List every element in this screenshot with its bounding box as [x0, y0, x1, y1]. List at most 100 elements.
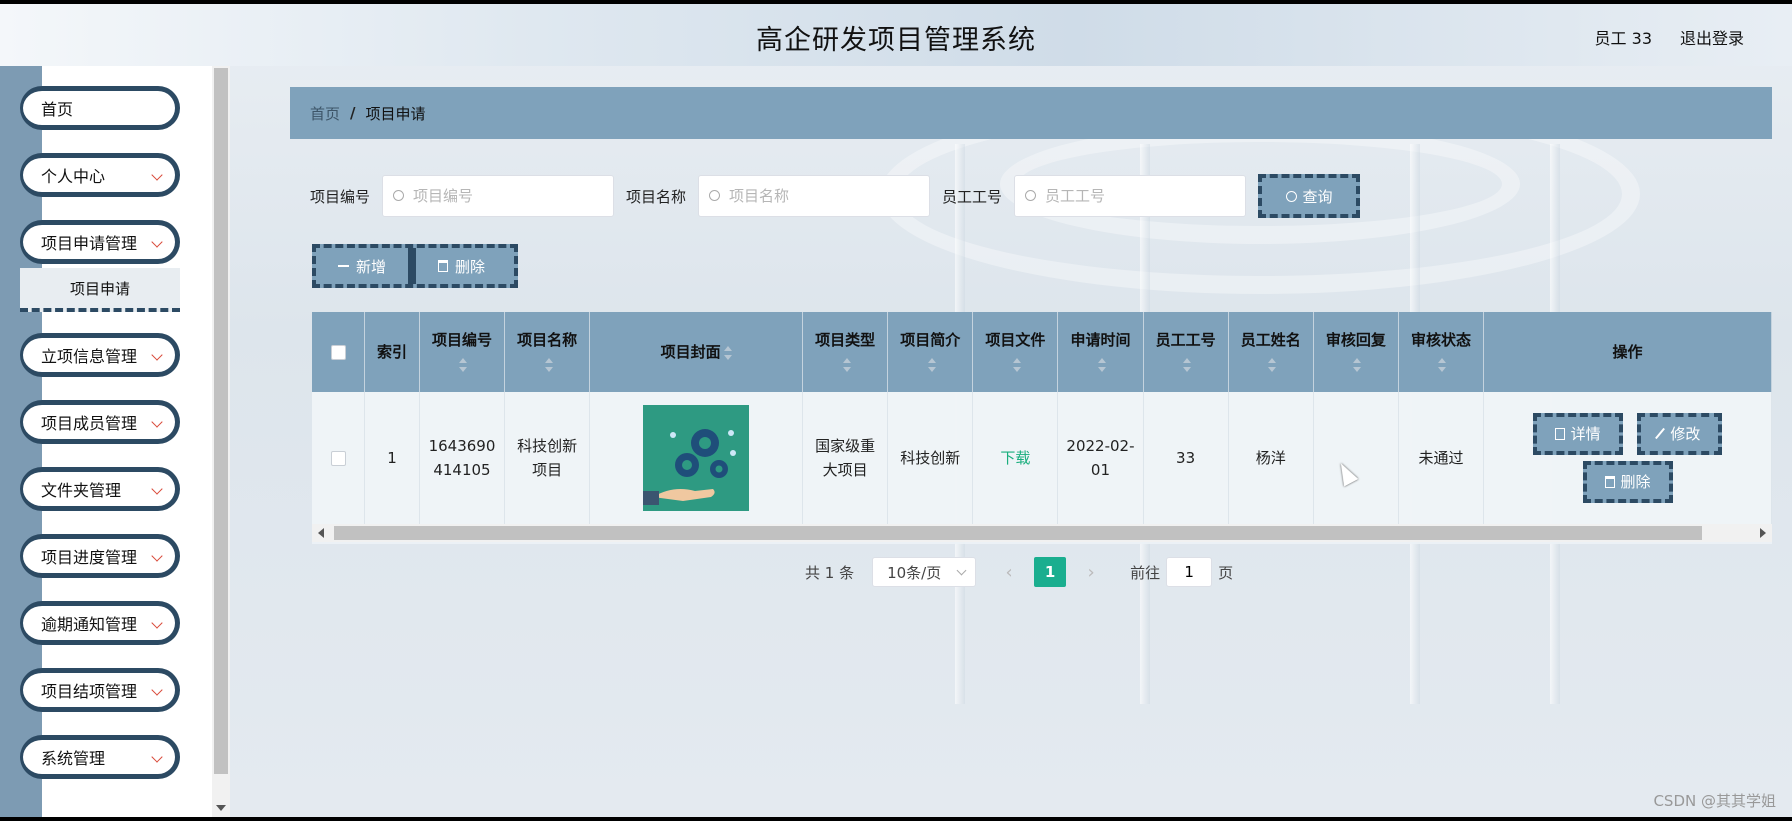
cell-staff-no: 33 — [1143, 392, 1229, 524]
column-header[interactable]: 项目文件 — [972, 312, 1059, 392]
column-header[interactable]: 员工姓名 — [1228, 312, 1314, 392]
sort-icon[interactable] — [1012, 357, 1021, 372]
sidebar-item-home[interactable]: 首页 — [20, 86, 180, 130]
page-size-value: 10条/页 — [887, 563, 942, 582]
logout-link[interactable]: 退出登录 — [1680, 25, 1744, 49]
project-cover-image[interactable] — [643, 405, 750, 511]
prev-page-button[interactable]: ‹ — [994, 562, 1024, 583]
page-suffix: 页 — [1218, 563, 1234, 582]
chevron-down-icon — [151, 483, 163, 495]
sort-icon[interactable] — [1438, 357, 1447, 372]
add-button-label: 新增 — [356, 257, 387, 276]
scrollbar-thumb[interactable] — [334, 526, 1702, 540]
sidebar-item-label: 项目成员管理 — [41, 414, 138, 433]
sort-icon[interactable] — [723, 345, 732, 360]
column-header-label: 项目类型 — [815, 331, 876, 349]
sort-icon[interactable] — [1097, 357, 1106, 372]
chevron-down-icon — [151, 236, 163, 248]
search-field-project-name[interactable] — [698, 175, 931, 217]
page-number-button[interactable]: 1 — [1034, 557, 1067, 587]
trash-icon — [1604, 476, 1615, 489]
column-header[interactable]: 项目类型 — [802, 312, 889, 392]
sidebar-item-personal-center[interactable]: 个人中心 — [20, 153, 180, 197]
cell-project-no: 1643690414105 — [419, 392, 506, 524]
column-header[interactable]: 项目名称 — [504, 312, 591, 392]
cell-project-type: 国家级重大项目 — [802, 392, 889, 524]
batch-delete-button[interactable]: 删除 — [416, 248, 507, 284]
goto-label: 前往 — [1130, 563, 1161, 582]
sidebar-item-label: 项目结项管理 — [41, 682, 138, 701]
sidebar-item-project-approval-mgmt[interactable]: 立项信息管理 — [20, 333, 180, 377]
search-field-staff-no[interactable] — [1014, 175, 1247, 217]
sidebar-item-folder-mgmt[interactable]: 文件夹管理 — [20, 467, 180, 511]
column-header[interactable]: 项目编号 — [419, 312, 506, 392]
sidebar-item-project-application-mgmt[interactable]: 项目申请管理 — [20, 220, 180, 264]
sidebar-item-label: 逾期通知管理 — [41, 615, 138, 634]
add-button[interactable]: 新增 — [316, 248, 408, 284]
download-link[interactable]: 下载 — [1000, 449, 1030, 467]
sort-icon[interactable] — [1183, 357, 1192, 372]
sort-icon[interactable] — [842, 357, 851, 372]
sort-icon[interactable] — [1268, 357, 1277, 372]
sidebar-item-label: 个人中心 — [41, 167, 106, 186]
query-button[interactable]: 查询 — [1258, 174, 1361, 218]
column-header[interactable]: 申请时间 — [1057, 312, 1144, 392]
goto-page-input[interactable] — [1166, 557, 1213, 587]
sidebar-item-project-progress-mgmt[interactable]: 项目进度管理 — [20, 534, 180, 578]
search-input-project-name[interactable] — [729, 176, 926, 216]
row-delete-button[interactable]: 删除 — [1582, 461, 1673, 504]
row-checkbox[interactable] — [330, 451, 346, 466]
select-all-checkbox[interactable] — [330, 345, 346, 360]
chevron-down-icon — [151, 550, 163, 562]
sidebar-item-project-closure-mgmt[interactable]: 项目结项管理 — [20, 668, 180, 712]
column-header[interactable]: 审核状态 — [1398, 312, 1485, 392]
column-header[interactable]: 员工工号 — [1143, 312, 1229, 392]
search-input-staff-no[interactable] — [1045, 176, 1242, 216]
sidebar-scrollbar[interactable] — [212, 66, 230, 817]
sort-icon[interactable] — [544, 357, 553, 372]
search-field-project-no[interactable] — [382, 175, 615, 217]
next-page-button[interactable]: › — [1076, 562, 1106, 583]
column-header-label: 操作 — [1612, 343, 1643, 361]
cell-project-file: 下载 — [972, 392, 1059, 524]
edit-button[interactable]: 修改 — [1637, 412, 1723, 455]
breadcrumb-home[interactable]: 首页 — [310, 103, 340, 124]
app-title: 高企研发项目管理系统 — [756, 25, 1036, 56]
pagination-total: 共 1 条 — [805, 563, 855, 582]
page-size-select[interactable]: 10条/页 — [872, 557, 977, 587]
cell-review-status: 未通过 — [1398, 392, 1485, 524]
main-content: 首页 / 项目申请 项目编号 项目名称 员工工号 查询 — [270, 66, 1792, 817]
data-table: 索引 项目编号 项目名称 项目封面 项目类型 项目简介 项目文件 申请时间 员工… — [312, 312, 1772, 544]
scroll-right-arrow-icon[interactable] — [1760, 528, 1766, 538]
search-form: 项目编号 项目名称 员工工号 查询 — [310, 174, 1361, 218]
scroll-left-arrow-icon[interactable] — [318, 528, 324, 538]
column-header-label: 项目名称 — [517, 331, 578, 349]
scrollbar-thumb[interactable] — [214, 68, 228, 774]
detail-button-label: 详情 — [1570, 425, 1601, 444]
detail-button[interactable]: 详情 — [1532, 413, 1623, 456]
sort-icon[interactable] — [459, 357, 468, 372]
column-header-label: 项目文件 — [985, 331, 1046, 349]
search-label-project-name: 项目名称 — [626, 187, 687, 206]
sidebar-item-project-member-mgmt[interactable]: 项目成员管理 — [20, 400, 180, 444]
column-header-label: 审核回复 — [1325, 331, 1386, 349]
minus-icon — [338, 265, 349, 267]
sidebar-subitem-project-application[interactable]: 项目申请 — [20, 268, 180, 312]
breadcrumb-separator: / — [350, 104, 356, 122]
edit-button-label: 修改 — [1670, 424, 1701, 443]
delete-button-label: 删除 — [455, 257, 486, 276]
sort-icon[interactable] — [1353, 357, 1362, 372]
document-icon — [1554, 428, 1565, 441]
column-header[interactable]: 项目封面 — [589, 312, 804, 392]
sidebar-item-label: 立项信息管理 — [41, 347, 138, 366]
cell-operations: 详情 修改 删除 — [1483, 392, 1772, 524]
sort-icon[interactable] — [927, 357, 936, 372]
column-header-label: 申请时间 — [1070, 331, 1131, 349]
scroll-down-arrow-icon[interactable] — [216, 805, 226, 811]
column-header[interactable]: 审核回复 — [1313, 312, 1399, 392]
table-horizontal-scrollbar[interactable] — [312, 524, 1772, 542]
sidebar-item-overdue-notice-mgmt[interactable]: 逾期通知管理 — [20, 601, 180, 645]
sidebar-item-system-mgmt[interactable]: 系统管理 — [20, 735, 180, 779]
search-input-project-no[interactable] — [413, 176, 610, 216]
column-header[interactable]: 项目简介 — [887, 312, 974, 392]
